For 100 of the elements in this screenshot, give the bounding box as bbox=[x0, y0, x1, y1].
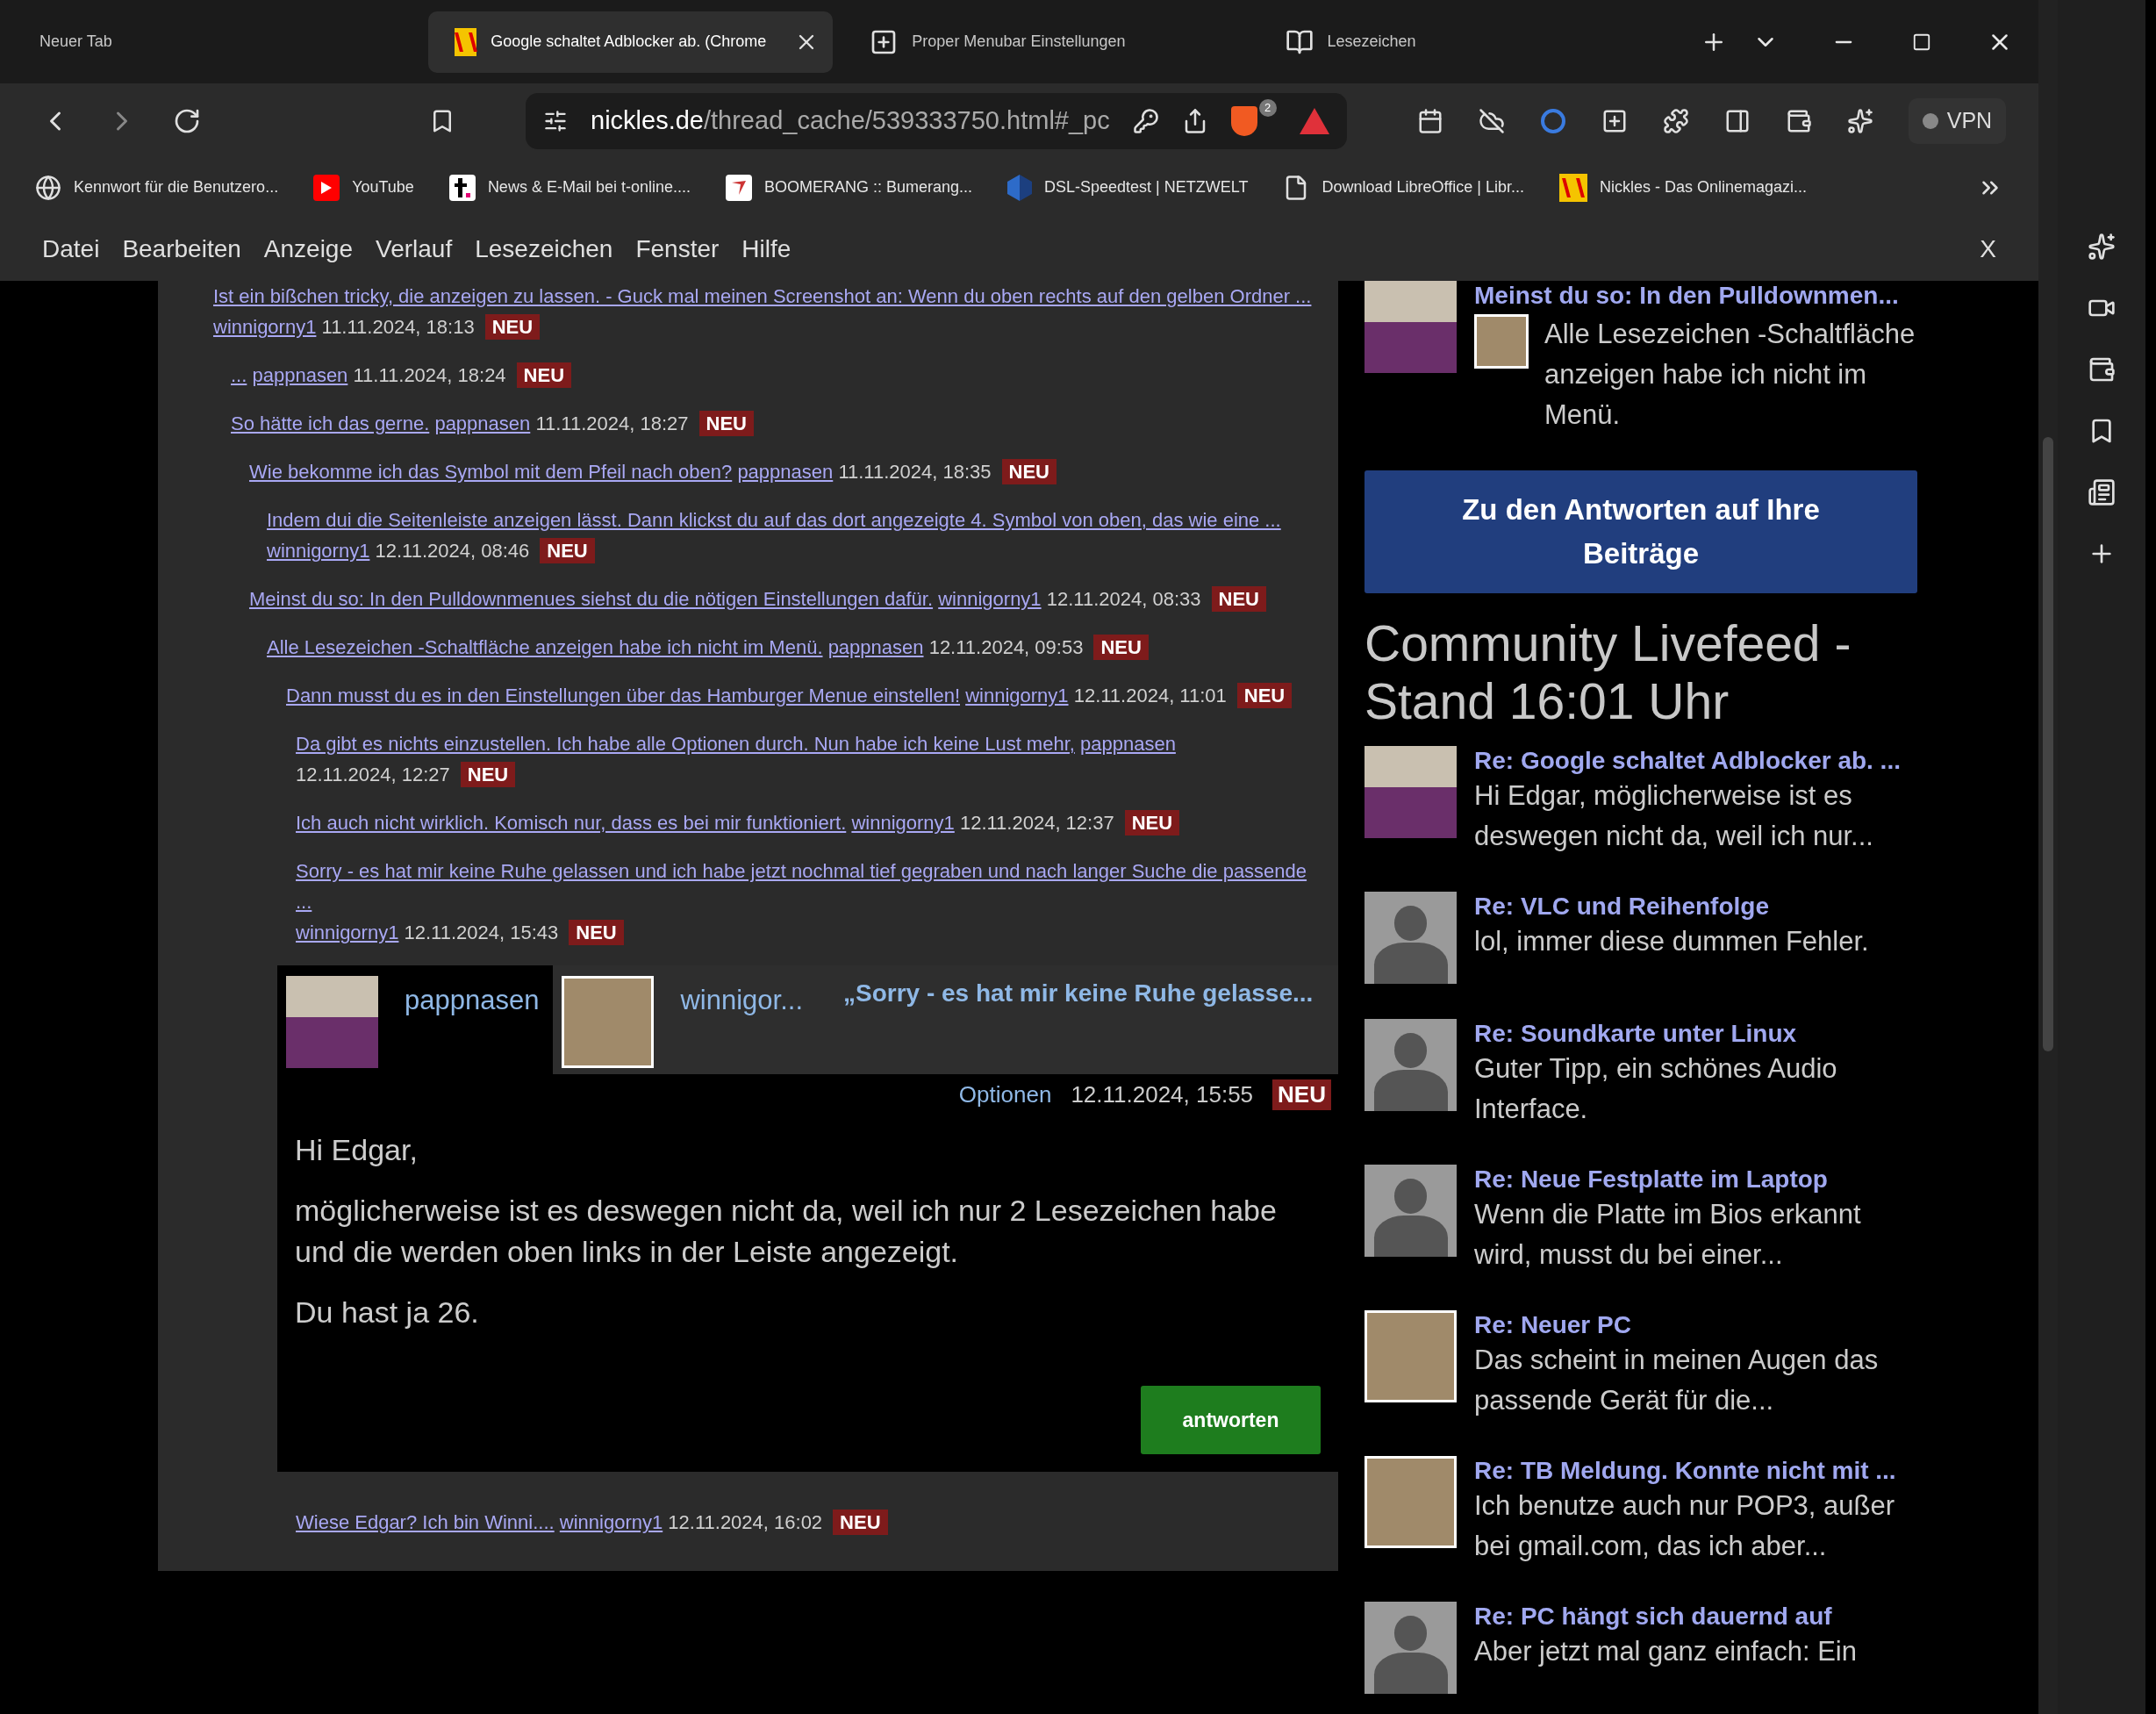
feed-title[interactable]: Re: Neuer PC bbox=[1474, 1310, 1917, 1340]
menu-item[interactable]: Lesezeichen bbox=[475, 234, 613, 263]
browser-tab[interactable]: Lesezeichen bbox=[1258, 11, 1664, 73]
bookmark-item[interactable]: Download LibreOffice | Libr... bbox=[1283, 174, 1524, 201]
post-date: 12.11.2024, 15:55 bbox=[1071, 1081, 1254, 1108]
thread-title-link[interactable]: Dann musst du es in den Einstellungen über das Hamburger Menue einstellen! bbox=[286, 680, 960, 711]
thread-title-link[interactable]: So hätte ich das gerne. bbox=[231, 408, 430, 439]
boomerang-icon bbox=[725, 174, 752, 201]
bookmark-item[interactable]: YouTube bbox=[313, 174, 414, 201]
menu-item[interactable]: Anzeige bbox=[263, 234, 353, 263]
post-date: 11.11.2024, 18:24 bbox=[353, 364, 506, 386]
feed-text: Aber jetzt mal ganz einfach: Ein bbox=[1474, 1635, 1857, 1668]
author-link[interactable]: pappnasen bbox=[434, 408, 531, 439]
feed-title[interactable]: Re: PC hängt sich dauernd auf bbox=[1474, 1602, 1857, 1632]
author-link[interactable]: winnigorny1 bbox=[559, 1507, 663, 1538]
post-date: 12.11.2024, 15:43 bbox=[404, 922, 559, 943]
feed-text: Guter Tipp, ein schönes Audio Interface. bbox=[1474, 1052, 1838, 1126]
thread-title-link[interactable]: Sorry - es hat mir keine Ruhe gelassen und ich habe jetzt nochmal tief gegraben und nach langer Suche die passende ... bbox=[296, 856, 1315, 917]
post-date: 12.11.2024, 12:37 bbox=[959, 812, 1114, 834]
reader-icon[interactable] bbox=[2088, 478, 2116, 506]
sparkle-icon[interactable] bbox=[1846, 107, 1873, 134]
address-field[interactable]: nickles.de/thread_cache/539333750.html#_pc 2 bbox=[526, 92, 1347, 149]
feed-title[interactable]: Re: Neue Festplatte im Laptop bbox=[1474, 1165, 1917, 1194]
post-date: 11.11.2024, 18:27 bbox=[535, 412, 689, 434]
thread-title-link[interactable]: Da gibt es nichts einzustellen. Ich habe alle Optionen durch. Nun habe ich keine Lust mehr, bbox=[296, 728, 1075, 759]
post-title: „Sorry - es hat mir keine Ruhe gelasse... bbox=[843, 979, 1314, 1008]
new-badge: NEU bbox=[1236, 683, 1293, 708]
author-link[interactable]: winnigorny1 bbox=[296, 917, 399, 948]
thread-title-link[interactable]: Ist ein bißchen tricky, die anzeigen zu lassen. - Guck mal meinen Screenshot an: Wenn du oben rechts auf den gelben Ordner ... bbox=[213, 281, 1312, 312]
browser-tab[interactable]: Google schaltet Adblocker ab. (Chrome bbox=[428, 11, 834, 73]
url-text: nickles.de/thread_cache/539333750.html#_pc bbox=[591, 106, 1110, 135]
thread-title-link[interactable]: Ich auch nicht wirklich. Komisch nur, dass es bei mir funktioniert. bbox=[296, 807, 847, 838]
author-link[interactable]: winnigorny1 bbox=[851, 807, 955, 838]
thread-title-link[interactable]: Wiese Edgar? Ich bin Winni.... bbox=[296, 1507, 555, 1538]
thread-title-link[interactable]: ... bbox=[231, 360, 247, 391]
thread-title-link[interactable]: Indem dui die Seitenleiste anzeigen lässt. Dann klickst du auf das dort angezeigte 4. Symbol von oben, das wie eine ... bbox=[267, 505, 1281, 535]
menu-item[interactable]: Datei bbox=[42, 234, 100, 263]
t-logo-icon bbox=[448, 174, 476, 201]
close-menubar-button[interactable]: X bbox=[1980, 234, 1996, 263]
vpn-button[interactable]: VPN bbox=[1908, 97, 2007, 144]
feed-title[interactable]: Meinst du so: In den Pulldownmen... bbox=[1474, 281, 1917, 311]
cloud-off-icon[interactable] bbox=[1478, 107, 1505, 134]
menu-item[interactable]: Verlauf bbox=[376, 234, 453, 263]
browser-tab[interactable]: Proper Menubar Einstellungen bbox=[843, 11, 1249, 73]
author-link[interactable]: winnigorny1 bbox=[213, 312, 317, 342]
site-settings-icon[interactable] bbox=[543, 108, 568, 133]
feed-text: Wenn die Platte im Bios erkannt wird, musst du bei einer... bbox=[1474, 1198, 1862, 1272]
post-date: 12.11.2024, 09:53 bbox=[928, 636, 1084, 658]
thread-title-link[interactable]: Alle Lesezeichen -Schaltfläche anzeigen habe ich nicht im Menü. bbox=[267, 632, 823, 663]
author-link[interactable]: winnigorny1 bbox=[267, 535, 370, 566]
post-paragraph: Du hast ja 26. bbox=[295, 1294, 480, 1330]
new-badge: NEU bbox=[698, 411, 754, 436]
puzzle-icon[interactable] bbox=[1662, 107, 1689, 134]
circle-icon[interactable] bbox=[1539, 107, 1566, 134]
post-date: 12.11.2024, 12:27 bbox=[296, 764, 450, 785]
bookmark-item[interactable]: DSL-Speedtest | NETZWELT bbox=[1007, 174, 1249, 201]
options-link[interactable]: Optionen bbox=[958, 1081, 1052, 1108]
author-link[interactable]: pappnasen bbox=[1080, 728, 1176, 759]
author-link[interactable]: pappnasen bbox=[827, 632, 924, 663]
tab-title: Lesezeichen bbox=[1327, 32, 1416, 51]
bookmark-item[interactable]: News & E-Mail bei t-online.... bbox=[448, 174, 691, 201]
new-badge: NEU bbox=[516, 362, 572, 388]
speedtest-logo-icon bbox=[1007, 174, 1033, 201]
shield-icon[interactable] bbox=[1230, 105, 1257, 136]
author-link[interactable]: pappnasen bbox=[737, 456, 834, 487]
browser-tab[interactable]: Neuer Tab bbox=[13, 11, 419, 73]
author-tab[interactable]: pappnasen bbox=[277, 965, 554, 1074]
wallet-icon[interactable] bbox=[2088, 355, 2116, 384]
bookmark-item[interactable]: Nickles - Das Onlinemagazi... bbox=[1558, 173, 1807, 202]
calendar-icon[interactable] bbox=[1416, 107, 1443, 134]
livefeed-heading: Community Livefeed - Stand 16:01 Uhr bbox=[1365, 614, 1852, 730]
feed-title[interactable]: Re: Google schaltet Adblocker ab. ... bbox=[1474, 746, 1917, 776]
feed-title[interactable]: Re: VLC und Reihenfolge bbox=[1474, 892, 1869, 922]
sparkle-icon[interactable] bbox=[2088, 233, 2116, 261]
author-link[interactable]: winnigorny1 bbox=[965, 680, 1069, 711]
tab-title: Google schaltet Adblocker ab. (Chrome bbox=[491, 32, 767, 51]
menu-item[interactable]: Bearbeiten bbox=[122, 234, 241, 263]
feed-text: Das scheint in meinen Augen das passende Gerät für die... bbox=[1474, 1344, 1880, 1417]
feed-title[interactable]: Re: TB Meldung. Konnte nicht mit ... bbox=[1474, 1456, 1917, 1486]
thread-title-link[interactable]: Wie bekomme ich das Symbol mit dem Pfeil nach oben? bbox=[249, 456, 733, 487]
new-badge: NEU bbox=[833, 1510, 888, 1535]
post-paragraph: Hi Edgar, bbox=[295, 1132, 419, 1168]
bookmark-item[interactable]: Kennwort für die Benutzero... bbox=[35, 174, 279, 201]
feed-title[interactable]: Re: Soundkarte unter Linux bbox=[1474, 1019, 1917, 1049]
answers-button[interactable]: Zu den Antworten auf Ihre Beiträge bbox=[1365, 470, 1917, 593]
scrollbar[interactable] bbox=[2038, 0, 2058, 1714]
menu-item[interactable]: Hilfe bbox=[741, 234, 791, 263]
new-badge: NEU bbox=[484, 314, 541, 340]
bookmark-item[interactable]: BOOMERANG :: Bumerang... bbox=[725, 174, 973, 201]
reply-button[interactable]: antworten bbox=[1141, 1386, 1321, 1454]
post-date: 12.11.2024, 16:02 bbox=[668, 1511, 823, 1533]
play-icon bbox=[313, 174, 340, 201]
menu-item[interactable]: Fenster bbox=[635, 234, 720, 263]
author-link[interactable]: winnigorny1 bbox=[938, 584, 1042, 614]
author-name: winnigor... bbox=[680, 985, 803, 1017]
globe-icon bbox=[35, 174, 61, 201]
thread-title-link[interactable]: Meinst du so: In den Pulldownmenues siehst du die nötigen Einstellungen dafür. bbox=[249, 584, 934, 614]
author-link[interactable]: pappnasen bbox=[252, 360, 348, 391]
key-icon[interactable] bbox=[1132, 107, 1159, 134]
new-badge: NEU bbox=[1093, 635, 1149, 660]
